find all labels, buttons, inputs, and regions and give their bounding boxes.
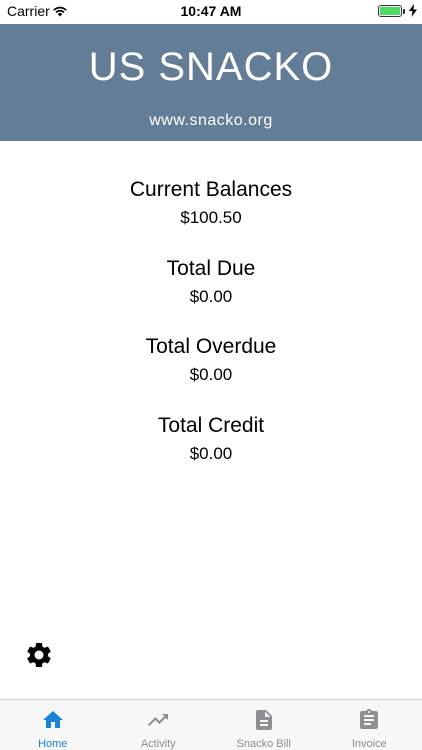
tab-label: Home [38,738,68,750]
app-title: US SNACKO [88,45,334,89]
balances-list: Current Balances $100.50 Total Due $0.00… [0,176,422,490]
app-header: US SNACKO www.snacko.org [0,24,422,141]
tab-home[interactable]: Home [0,700,106,750]
tab-activity[interactable]: Activity [106,700,212,750]
document-icon [255,710,272,730]
tab-bar: Home Activity Snacko Bill Invoice [0,699,422,750]
balance-label: Total Due [166,256,256,280]
battery-icon [378,5,402,17]
total-due-block: Total Due $0.00 [0,255,422,334]
balance-label: Total Credit [157,413,265,437]
status-bar: Carrier 10:47 AM [0,0,422,24]
current-balance-block: Current Balances $100.50 [0,176,422,255]
clipboard-icon [360,709,379,729]
home-icon [42,711,63,728]
tab-label: Snacko Bill [236,738,291,750]
charging-icon [409,4,417,22]
tab-label: Invoice [351,738,387,750]
settings-button[interactable] [24,640,54,670]
balance-value: $100.50 [180,208,242,227]
total-credit-block: Total Credit $0.00 [0,412,422,491]
status-time: 10:47 AM [180,3,242,19]
balance-label: Total Overdue [145,335,277,358]
balance-value: $0.00 [189,443,233,463]
total-overdue-block: Total Overdue $0.00 [0,333,422,412]
balance-label: Current Balances [129,178,293,201]
battery-cap [403,9,405,14]
trending-up-icon [148,714,169,726]
tab-snacko-bill[interactable]: Snacko Bill [211,700,317,750]
balance-value: $0.00 [189,286,233,306]
tab-label: Activity [140,738,176,750]
balance-value: $0.00 [189,365,233,384]
app-url: www.snacko.org [149,112,273,129]
tab-invoice[interactable]: Invoice [317,700,422,750]
gear-icon [27,642,51,667]
